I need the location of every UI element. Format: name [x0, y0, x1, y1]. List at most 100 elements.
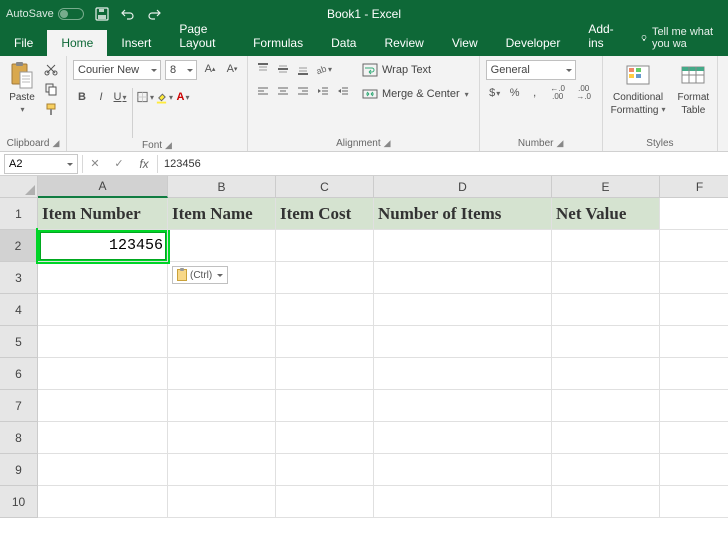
align-right-button[interactable] [294, 82, 312, 100]
font-name-combo[interactable]: Courier New [73, 60, 161, 80]
borders-button[interactable]: ▾ [136, 88, 154, 106]
wrap-text-button[interactable]: Wrap Text [358, 60, 473, 80]
cell[interactable] [276, 326, 374, 358]
align-top-button[interactable] [254, 60, 272, 78]
underline-button[interactable]: U▾ [111, 88, 129, 106]
row-header-1[interactable]: 1 [0, 198, 38, 230]
cell[interactable] [552, 390, 660, 422]
cell[interactable] [276, 230, 374, 262]
accounting-format-button[interactable]: $▾ [486, 84, 504, 102]
cell[interactable] [374, 230, 552, 262]
decrease-indent-button[interactable] [314, 82, 332, 100]
cell[interactable] [168, 326, 276, 358]
italic-button[interactable]: I [92, 88, 110, 106]
row-header-2[interactable]: 2 [0, 230, 38, 262]
cell[interactable] [660, 454, 728, 486]
align-left-button[interactable] [254, 82, 272, 100]
increase-font-button[interactable]: A▴ [201, 60, 219, 78]
header-cell[interactable]: Item Name [168, 198, 276, 230]
row-header-7[interactable]: 7 [0, 390, 38, 422]
cell[interactable] [38, 390, 168, 422]
orientation-button[interactable]: ab▾ [314, 60, 332, 78]
tab-addins[interactable]: Add-ins [574, 16, 630, 56]
cell[interactable] [276, 390, 374, 422]
dialog-launcher-icon[interactable]: ◢ [384, 138, 391, 149]
cell[interactable] [168, 486, 276, 518]
select-all-button[interactable] [0, 176, 38, 198]
cell[interactable] [168, 230, 276, 262]
tell-me-search[interactable]: Tell me what you wa [630, 20, 728, 56]
cancel-formula-button[interactable]: ✕ [83, 154, 107, 174]
cell[interactable] [552, 294, 660, 326]
cell[interactable] [276, 486, 374, 518]
tab-review[interactable]: Review [370, 30, 437, 56]
header-cell[interactable]: Number of Items [374, 198, 552, 230]
cut-button[interactable] [42, 60, 60, 78]
increase-indent-button[interactable] [334, 82, 352, 100]
cell[interactable] [168, 454, 276, 486]
tab-view[interactable]: View [438, 30, 492, 56]
header-cell[interactable]: Item Number [38, 198, 168, 230]
header-cell[interactable]: Net Value [552, 198, 660, 230]
cell[interactable] [552, 486, 660, 518]
cell[interactable] [660, 486, 728, 518]
cell[interactable] [374, 422, 552, 454]
row-header-4[interactable]: 4 [0, 294, 38, 326]
column-header-a[interactable]: A [38, 176, 168, 198]
cell[interactable] [168, 422, 276, 454]
tab-home[interactable]: Home [47, 30, 107, 56]
cell[interactable] [552, 230, 660, 262]
font-color-button[interactable]: A▾ [174, 88, 192, 106]
enter-formula-button[interactable]: ✓ [107, 154, 131, 174]
cell[interactable] [168, 358, 276, 390]
tab-file[interactable]: File [0, 30, 47, 56]
tab-data[interactable]: Data [317, 30, 370, 56]
cell[interactable] [168, 390, 276, 422]
cell[interactable] [276, 262, 374, 294]
cell[interactable] [660, 358, 728, 390]
dialog-launcher-icon[interactable]: ◢ [52, 138, 59, 149]
tab-insert[interactable]: Insert [107, 30, 165, 56]
cell[interactable] [660, 326, 728, 358]
cell[interactable] [38, 454, 168, 486]
cell[interactable] [374, 262, 552, 294]
align-bottom-button[interactable] [294, 60, 312, 78]
decrease-font-button[interactable]: A▾ [223, 60, 241, 78]
row-header-10[interactable]: 10 [0, 486, 38, 518]
cell-a2[interactable]: 123456 [38, 230, 168, 262]
comma-format-button[interactable]: , [526, 84, 544, 102]
merge-center-button[interactable]: Merge & Center ▾ [358, 84, 473, 104]
cell[interactable] [374, 454, 552, 486]
column-header-f[interactable]: F [660, 176, 728, 198]
fill-color-button[interactable]: ▾ [155, 88, 173, 106]
format-painter-button[interactable] [42, 100, 60, 118]
undo-icon[interactable] [120, 6, 136, 22]
increase-decimal-button[interactable]: ←.0.00 [546, 84, 570, 102]
format-table-button[interactable]: Format Table [675, 60, 711, 118]
formula-input[interactable]: 123456 [158, 158, 728, 170]
cell[interactable] [552, 326, 660, 358]
column-header-e[interactable]: E [552, 176, 660, 198]
cell[interactable] [38, 486, 168, 518]
cell[interactable] [374, 326, 552, 358]
column-header-c[interactable]: C [276, 176, 374, 198]
cell[interactable] [374, 358, 552, 390]
copy-button[interactable] [42, 80, 60, 98]
cell[interactable] [374, 390, 552, 422]
cell[interactable] [552, 358, 660, 390]
cell[interactable] [276, 358, 374, 390]
row-header-6[interactable]: 6 [0, 358, 38, 390]
column-header-b[interactable]: B [168, 176, 276, 198]
cell[interactable] [38, 262, 168, 294]
row-header-5[interactable]: 5 [0, 326, 38, 358]
cell[interactable] [276, 294, 374, 326]
insert-function-button[interactable]: fx [131, 157, 157, 171]
cell[interactable] [660, 390, 728, 422]
cell[interactable] [38, 294, 168, 326]
save-icon[interactable] [94, 6, 110, 22]
percent-format-button[interactable]: % [506, 84, 524, 102]
cell[interactable] [38, 326, 168, 358]
cell[interactable] [276, 454, 374, 486]
tab-page-layout[interactable]: Page Layout [165, 16, 239, 56]
align-middle-button[interactable] [274, 60, 292, 78]
